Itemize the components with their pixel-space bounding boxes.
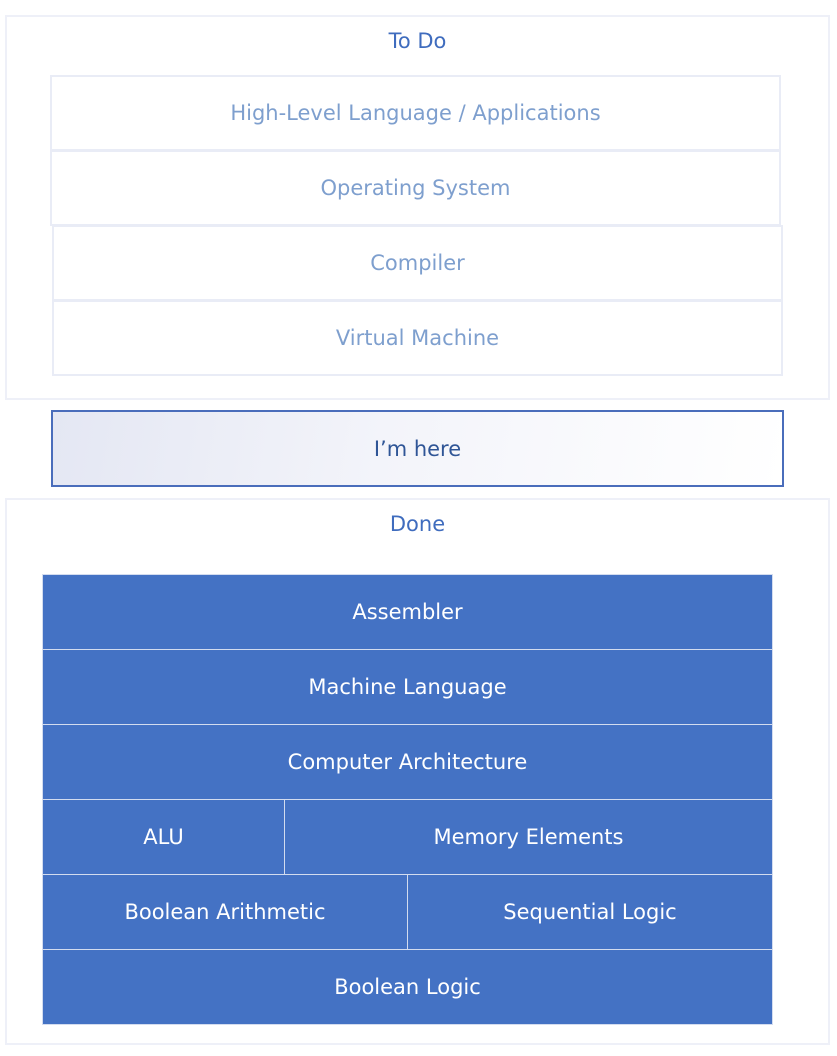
todo-title: To Do: [388, 29, 447, 53]
layer-sequential-logic: Sequential Logic: [407, 874, 773, 950]
done-title: Done: [389, 512, 446, 536]
layer-computer-architecture: Computer Architecture: [42, 724, 773, 800]
layer-alu: ALU: [42, 799, 285, 875]
todo-layer-high-level-language: High-Level Language / Applications: [50, 75, 781, 151]
current-position-box: I’m here: [51, 410, 784, 487]
todo-layer-virtual-machine: Virtual Machine: [52, 300, 783, 376]
layer-boolean-logic: Boolean Logic: [42, 949, 773, 1025]
layer-boolean-arithmetic: Boolean Arithmetic: [42, 874, 408, 950]
todo-layer-compiler: Compiler: [52, 225, 783, 301]
todo-layer-operating-system: Operating System: [50, 150, 781, 226]
layer-assembler: Assembler: [42, 574, 773, 650]
layer-memory-elements: Memory Elements: [284, 799, 773, 875]
layer-machine-language: Machine Language: [42, 649, 773, 725]
